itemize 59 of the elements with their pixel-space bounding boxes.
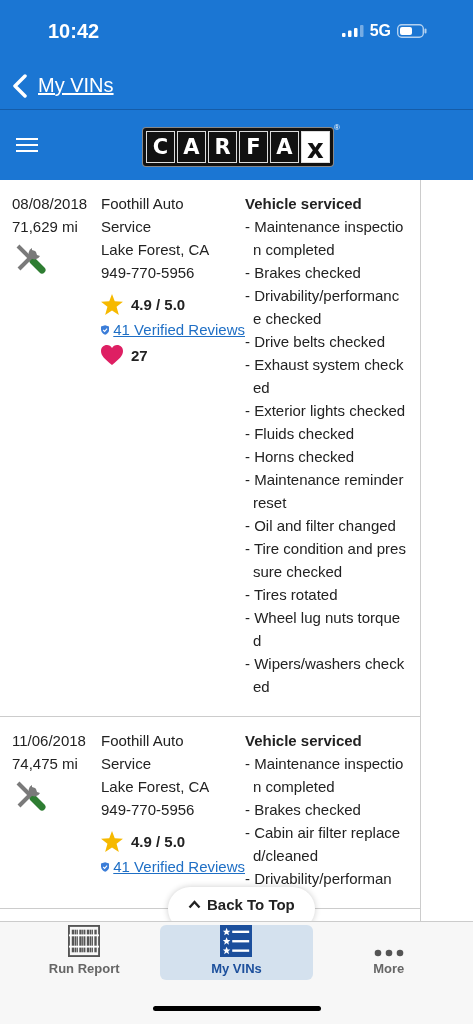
chevron-up-icon	[188, 899, 201, 909]
service-date: 11/06/2018	[12, 731, 87, 751]
shop-info: 949-770-5956	[101, 263, 196, 283]
reviews-link[interactable]: 41 Verified Reviews	[113, 318, 245, 341]
service-heading: Vehicle serviced	[245, 731, 363, 751]
tools-icon	[14, 779, 46, 811]
service-item: - Fluids checked	[245, 424, 356, 444]
service-item: - Horns checked	[245, 447, 356, 467]
star-icon	[101, 830, 123, 852]
back-link[interactable]: My VINs	[38, 74, 114, 97]
shop-info: Service	[101, 754, 153, 774]
menu-icon[interactable]	[16, 137, 38, 153]
rating: 4.9 / 5.0	[131, 831, 186, 852]
reviews-link[interactable]: 41 Verified Reviews	[113, 855, 245, 878]
service-item: - Brakes checked	[245, 800, 362, 820]
service-item: - Exhaust system checked	[245, 355, 405, 398]
likes-count: 27	[131, 345, 148, 366]
mileage: 74,475 mi	[12, 754, 79, 774]
service-date: 08/08/2018	[12, 194, 89, 214]
service-item: - Drivability/performan	[245, 869, 393, 889]
service-item: - Maintenance inspection completed	[245, 217, 405, 260]
rating: 4.9 / 5.0	[131, 294, 186, 315]
service-item: - Wipers/washers checked	[245, 654, 406, 697]
service-item: - Drivability/performance checked	[245, 286, 401, 329]
service-item: - Oil and filter changed	[245, 516, 397, 536]
battery-icon	[397, 24, 427, 38]
service-item: - Brakes checked	[245, 263, 362, 283]
shop-info: 949-770-5956	[101, 800, 196, 820]
shop-info: Service	[101, 217, 153, 237]
network-label: 5G	[369, 22, 391, 40]
shop-info: Foothill Auto	[101, 194, 185, 214]
tab[interactable]: Run Report	[8, 925, 161, 980]
tab[interactable]: More	[312, 925, 465, 980]
shop-info: Lake Forest, CA	[101, 240, 211, 260]
status-time: 10:42	[48, 19, 100, 43]
service-item: - Tires rotated	[245, 585, 339, 605]
logo: C A R F A x	[143, 128, 333, 166]
back-icon[interactable]	[12, 73, 28, 98]
back-to-top-button[interactable]: Back To Top	[168, 887, 315, 921]
tools-icon	[14, 242, 46, 274]
service-item: - Cabin air filter replaced/cleaned	[245, 823, 402, 866]
starred-list-icon	[219, 925, 254, 957]
service-item: - Drive belts checked	[245, 332, 387, 352]
registered-mark: ®	[334, 124, 340, 132]
service-item: - Wheel lug nuts torqued	[245, 608, 402, 651]
service-item: - Maintenance inspection completed	[245, 754, 405, 797]
mileage: 71,629 mi	[12, 217, 79, 237]
service-item: - Exterior lights checked	[245, 401, 407, 421]
shop-info: Lake Forest, CA	[101, 777, 211, 797]
shop-info: Foothill Auto	[101, 731, 185, 751]
signal-icon	[341, 25, 364, 37]
tab[interactable]: My VINs	[160, 925, 313, 980]
star-icon	[101, 293, 123, 315]
barcode-icon	[67, 925, 102, 957]
service-item: - Maintenance reminder reset	[245, 470, 405, 513]
more-icon	[373, 949, 404, 957]
service-item: - Tire condition and pressure checked	[245, 539, 407, 582]
service-heading: Vehicle serviced	[245, 194, 363, 214]
heart-icon	[101, 345, 123, 365]
